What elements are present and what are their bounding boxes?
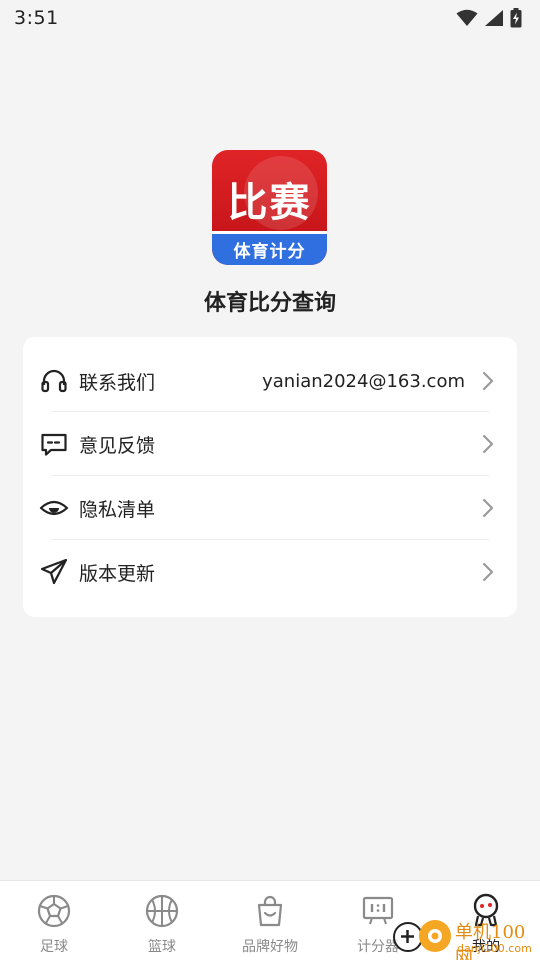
chevron-right-icon	[482, 434, 494, 454]
scoreboard-icon	[362, 896, 394, 925]
chevron-right-icon	[482, 562, 494, 582]
app-name: 体育比分查询	[203, 291, 336, 316]
menu-item-label: 意见反馈	[79, 434, 156, 457]
signal-icon	[485, 10, 503, 26]
tab-label: 品牌好物	[242, 939, 298, 955]
settings-menu-card: 联系我们 yanian2024@163.com 意见反馈 隐私清单 版本更新	[23, 337, 517, 617]
tab-brand-goods[interactable]: 品牌好物	[216, 881, 324, 960]
shopping-bag-icon	[257, 895, 283, 927]
logo-small-text: 体育计分	[233, 242, 306, 262]
menu-item-contact[interactable]: 联系我们 yanian2024@163.com	[23, 349, 517, 413]
chevron-right-icon	[482, 371, 494, 391]
status-bar: 3:51	[0, 0, 540, 36]
logo-big-text: 比赛	[227, 180, 312, 226]
feedback-icon	[41, 433, 67, 456]
menu-item-privacy[interactable]: 隐私清单	[23, 476, 517, 540]
status-icons	[456, 8, 522, 28]
soccer-ball-icon	[37, 894, 71, 928]
send-icon	[40, 558, 68, 585]
menu-item-label: 联系我们	[79, 371, 156, 394]
app-logo: 比赛 体育计分	[212, 150, 327, 265]
contact-email: yanian2024@163.com	[262, 370, 465, 392]
watermark: 单机100网 danji100.com	[393, 916, 540, 960]
watermark-subtext: danji100.com	[457, 942, 532, 955]
wifi-icon	[456, 9, 478, 26]
battery-charging-icon	[510, 8, 522, 28]
eye-icon	[39, 500, 69, 516]
menu-item-update[interactable]: 版本更新	[23, 540, 517, 604]
status-time: 3:51	[14, 7, 59, 29]
tab-label: 足球	[40, 939, 68, 955]
tab-soccer[interactable]: 足球	[0, 881, 108, 960]
headset-icon	[41, 369, 67, 393]
basketball-icon	[145, 894, 179, 928]
chevron-right-icon	[482, 498, 494, 518]
tab-basketball[interactable]: 篮球	[108, 881, 216, 960]
watermark-logo-icon	[419, 920, 451, 952]
menu-item-feedback[interactable]: 意见反馈	[23, 412, 517, 476]
menu-item-label: 版本更新	[79, 562, 156, 585]
menu-item-label: 隐私清单	[79, 498, 156, 521]
tab-label: 篮球	[148, 939, 176, 955]
